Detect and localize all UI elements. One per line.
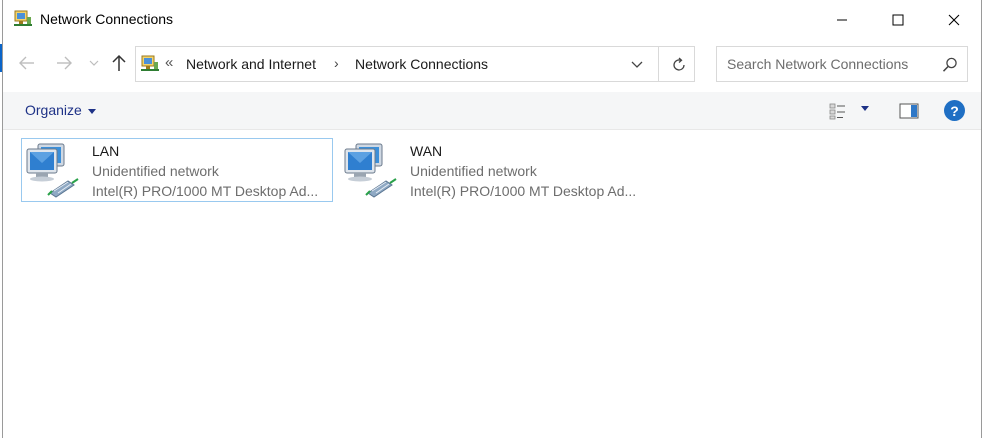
address-divider [658,47,659,81]
connection-name: LAN [92,143,120,159]
connection-tile-lan[interactable]: LAN Unidentified network Intel(R) PRO/10… [21,138,333,202]
caret-down-icon [87,108,96,114]
command-bar: Organize ? [3,92,981,130]
connection-name: WAN [410,143,443,159]
connection-device: Intel(R) PRO/1000 MT Desktop Ad... [92,183,319,199]
recent-locations-button[interactable] [87,52,101,74]
change-view-icon[interactable] [828,101,848,121]
minimize-icon [837,19,847,21]
arrow-up-icon [112,54,126,71]
search-icon[interactable] [941,56,959,74]
breadcrumb-separator[interactable]: › [334,55,339,71]
help-icon: ? [950,102,959,119]
maximize-button[interactable] [875,0,921,40]
window-title: Network Connections [40,11,174,27]
search-box[interactable]: Search Network Connections [716,46,968,82]
navigation-bar: « Network and Internet › Network Connect… [3,40,981,90]
connection-tile-wan[interactable]: WAN Unidentified network Intel(R) PRO/10… [339,138,651,202]
refresh-icon [673,57,685,71]
help-button[interactable]: ? [944,100,965,121]
close-button[interactable] [931,0,977,40]
connections-view[interactable]: LAN Unidentified network Intel(R) PRO/10… [3,131,981,438]
address-history-button[interactable] [628,57,646,73]
explorer-window: Network Connections « Network and Intern… [2,0,982,438]
organize-label: Organize [25,102,82,118]
chevron-down-icon [631,61,643,68]
forward-button[interactable] [53,52,75,74]
network-adapter-icon [344,143,397,198]
arrow-right-icon [57,56,72,70]
minimize-button[interactable] [819,0,865,40]
network-connections-icon [14,10,32,26]
network-connections-icon [141,55,159,71]
connection-device: Intel(R) PRO/1000 MT Desktop Ad... [410,183,637,199]
network-adapter-icon [26,143,79,198]
organize-button[interactable]: Organize [25,102,96,118]
close-icon [948,14,960,26]
arrow-left-icon [19,56,34,70]
title-bar[interactable]: Network Connections [3,0,981,40]
chevron-down-icon [89,60,99,66]
view-options-dropdown[interactable] [861,106,869,111]
connection-status: Unidentified network [410,163,537,179]
search-input[interactable]: Search Network Connections [727,56,908,72]
address-bar[interactable]: « Network and Internet › Network Connect… [135,46,695,82]
refresh-button[interactable] [668,55,690,75]
back-button[interactable] [16,52,38,74]
preview-pane-icon[interactable] [899,102,919,120]
maximize-icon [892,14,904,26]
up-button[interactable] [108,52,130,74]
connection-status: Unidentified network [92,163,219,179]
breadcrumb-network-and-internet[interactable]: Network and Internet [186,56,316,72]
breadcrumb-network-connections[interactable]: Network Connections [355,56,488,72]
breadcrumb-overflow[interactable]: « [165,54,173,71]
